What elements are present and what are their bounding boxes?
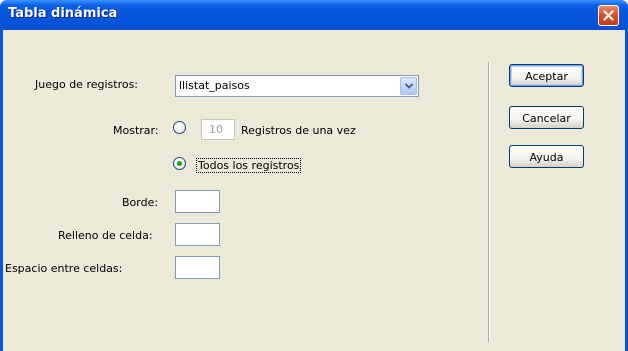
all-records-label[interactable]: Todos los registros (195, 158, 302, 173)
window-title: Tabla dinámica (8, 6, 118, 21)
recordset-select-value: llistat_paisos (179, 79, 250, 92)
records-at-once-radio[interactable] (173, 121, 186, 134)
radio-selected-dot (177, 161, 182, 166)
dialog-body: Juego de registros: llistat_paisos Mostr… (3, 30, 625, 351)
dialog-window: Tabla dinámica Juego de registros: llist… (0, 0, 628, 351)
close-icon (603, 10, 614, 21)
border-label: Borde: (122, 196, 159, 209)
cell-spacing-label: Espacio entre celdas: (5, 262, 123, 275)
recordset-label: Juego de registros: (35, 78, 139, 91)
chevron-down-icon (405, 83, 413, 89)
cell-padding-label: Relleno de celda: (58, 229, 153, 242)
records-count-input[interactable]: 10 (201, 119, 235, 140)
all-records-radio[interactable] (173, 157, 186, 170)
border-input[interactable] (175, 190, 220, 213)
recordset-select[interactable]: llistat_paisos (175, 75, 419, 97)
cell-spacing-input[interactable] (175, 256, 220, 279)
help-button[interactable]: Ayuda (509, 145, 584, 168)
dropdown-arrow-button[interactable] (400, 77, 417, 95)
title-bar[interactable]: Tabla dinámica (0, 0, 628, 30)
cancel-button[interactable]: Cancelar (509, 106, 584, 129)
close-button[interactable] (598, 5, 619, 26)
records-count-value: 10 (209, 123, 223, 136)
accept-button[interactable]: Aceptar (509, 64, 584, 87)
show-label: Mostrar: (113, 124, 159, 137)
records-at-once-label: Registros de una vez (241, 124, 356, 137)
cell-padding-input[interactable] (175, 223, 220, 246)
vertical-divider (488, 62, 490, 342)
